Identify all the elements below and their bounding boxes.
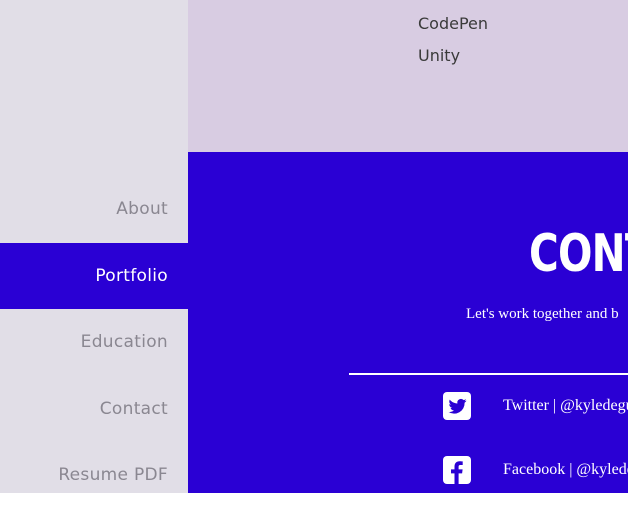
- sidebar-nav: About Portfolio Education Contact Resume…: [0, 0, 188, 493]
- skill-item-codepen: CodePen: [418, 14, 489, 33]
- twitter-icon: [443, 392, 471, 420]
- contact-heading: CONT: [529, 224, 628, 284]
- contact-tagline: Let's work together and b: [466, 306, 619, 322]
- skill-item-unity: Unity: [418, 46, 461, 65]
- sidebar-item-about[interactable]: About: [0, 176, 188, 242]
- contact-section: CONT Let's work together and b Twitter |…: [188, 152, 628, 493]
- sidebar-item-portfolio[interactable]: Portfolio: [0, 243, 188, 309]
- twitter-label: Twitter | @kyledegu: [503, 397, 628, 414]
- contact-divider: [349, 373, 628, 375]
- sidebar-item-contact[interactable]: Contact: [0, 376, 188, 442]
- sidebar-item-education[interactable]: Education: [0, 309, 188, 375]
- sidebar-item-resume-pdf[interactable]: Resume PDF: [0, 442, 188, 508]
- facebook-icon: [443, 456, 471, 484]
- facebook-label: Facebook | @kylede: [503, 461, 628, 478]
- skills-panel: ​ CodePen Unity: [188, 0, 628, 152]
